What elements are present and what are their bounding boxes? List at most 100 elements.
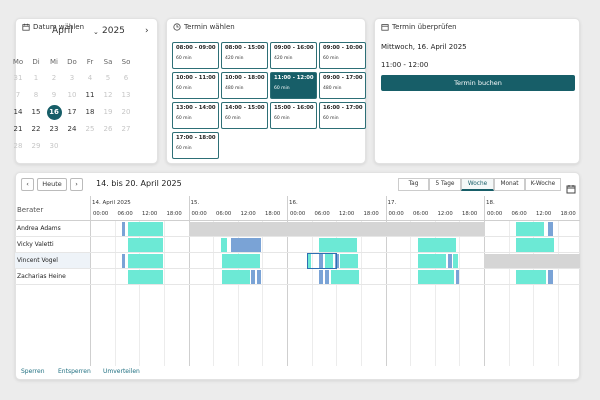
view-button[interactable]: K-Woche [525, 178, 561, 191]
hour-label: 00:00 [290, 211, 306, 217]
available-block[interactable] [417, 254, 446, 268]
calendar-day[interactable]: 9 [45, 91, 63, 99]
advisor-name: Vincent Vogel [17, 257, 58, 264]
today-button[interactable]: Heute [37, 178, 67, 191]
redistribute-action-link[interactable]: Umverteilen [103, 368, 140, 375]
calendar-day[interactable]: 13 [117, 91, 135, 99]
calendar-day[interactable]: 16 [45, 105, 63, 120]
time-slot[interactable]: 17:00 - 18:00 60 min [172, 132, 219, 159]
next-week-button[interactable]: › [70, 178, 83, 191]
calendar-day[interactable]: 12 [99, 91, 117, 99]
calendar-day[interactable]: 23 [45, 125, 63, 133]
hour-gridline [360, 221, 362, 366]
booked-block[interactable] [122, 222, 125, 236]
available-block[interactable] [340, 254, 358, 268]
calendar-day[interactable]: 15 [27, 108, 45, 116]
calendar-day[interactable]: 19 [99, 108, 117, 116]
calendar-day[interactable]: 31 [9, 74, 27, 82]
time-slot[interactable]: 16:00 - 17:00 60 min [319, 102, 366, 129]
calendar-day[interactable]: 30 [45, 142, 63, 150]
blocked-block[interactable] [188, 222, 485, 236]
calendar-day[interactable]: 4 [81, 74, 99, 82]
calendar-day[interactable]: 27 [117, 125, 135, 133]
booked-block[interactable] [548, 270, 553, 284]
calendar-day[interactable]: 3 [63, 74, 81, 82]
time-slot[interactable]: 08:00 - 15:00 420 min [221, 42, 268, 69]
available-block[interactable] [221, 254, 260, 268]
time-slot[interactable]: 10:00 - 11:00 60 min [172, 72, 219, 99]
available-block[interactable] [417, 238, 456, 252]
time-slot[interactable]: 11:00 - 12:00 60 min [270, 72, 317, 99]
calendar-day[interactable]: 26 [99, 125, 117, 133]
view-button[interactable]: 5 Tage [429, 178, 461, 191]
calendar-day[interactable]: 18 [81, 108, 99, 116]
calendar-day[interactable]: 20 [117, 108, 135, 116]
booked-block[interactable] [548, 222, 553, 236]
booked-block[interactable] [122, 254, 125, 268]
booked-block[interactable] [447, 254, 452, 268]
available-block[interactable] [221, 270, 250, 284]
available-block[interactable] [319, 238, 357, 252]
row-divider [15, 284, 580, 285]
available-block[interactable] [128, 222, 163, 236]
calendar-day[interactable]: 5 [99, 74, 117, 82]
unblock-action-link[interactable]: Entsperren [58, 368, 91, 375]
available-block[interactable] [516, 238, 554, 252]
view-button[interactable]: Woche [461, 178, 494, 191]
calendar-day[interactable]: 14 [9, 108, 27, 116]
selected-slot-outline[interactable] [307, 253, 337, 269]
calendar-day[interactable]: 7 [9, 91, 27, 99]
calendar-day[interactable]: 17 [63, 108, 81, 116]
selected-day[interactable]: 16 [46, 105, 62, 120]
time-slot[interactable]: 13:00 - 14:00 60 min [172, 102, 219, 129]
calendar-day[interactable]: 10 [63, 91, 81, 99]
calendar-day[interactable]: 6 [117, 74, 135, 82]
available-block[interactable] [417, 270, 454, 284]
next-month-button[interactable]: › [145, 26, 149, 36]
available-block[interactable] [516, 270, 546, 284]
time-slot[interactable]: 09:00 - 17:00 480 min [319, 72, 366, 99]
calendar-day[interactable]: 21 [9, 125, 27, 133]
available-block[interactable] [128, 254, 163, 268]
hour-label: 12:00 [536, 211, 552, 217]
available-block[interactable] [128, 238, 163, 252]
time-slot[interactable]: 10:00 - 18:00 480 min [221, 72, 268, 99]
calendar-day[interactable]: 25 [81, 125, 99, 133]
calendar-day[interactable]: 29 [27, 142, 45, 150]
booked-block[interactable] [325, 270, 329, 284]
booked-block[interactable] [455, 270, 459, 284]
calendar-day[interactable]: 24 [63, 125, 81, 133]
booked-block[interactable] [319, 270, 323, 284]
available-block[interactable] [331, 270, 359, 284]
calendar-day[interactable]: 11 [81, 91, 99, 99]
calendar-day[interactable]: 8 [27, 91, 45, 99]
available-block[interactable] [128, 270, 163, 284]
blocked-block[interactable] [484, 254, 580, 268]
booked-block[interactable] [256, 270, 261, 284]
booked-block[interactable] [250, 270, 255, 284]
slot-time: 11:00 - 12:00 [274, 75, 314, 81]
year-select[interactable]: 2025 [102, 26, 125, 36]
view-button[interactable]: Tag [398, 178, 429, 191]
calendar-view-icon[interactable] [566, 179, 576, 194]
calendar-day[interactable]: 1 [27, 74, 45, 82]
block-action-link[interactable]: Sperren [21, 368, 45, 375]
month-select[interactable]: April [52, 26, 73, 36]
time-slot[interactable]: 09:00 - 10:00 60 min [319, 42, 366, 69]
available-block[interactable] [452, 254, 458, 268]
available-block[interactable] [516, 222, 544, 236]
time-slot[interactable]: 14:00 - 15:00 60 min [221, 102, 268, 129]
view-button[interactable]: Monat [494, 178, 525, 191]
calendar-day[interactable]: 22 [27, 125, 45, 133]
time-slot[interactable]: 09:00 - 16:00 420 min [270, 42, 317, 69]
time-slot[interactable]: 15:00 - 16:00 60 min [270, 102, 317, 129]
month-dropdown-icon[interactable]: ⌄ [93, 28, 99, 36]
calendar-day[interactable]: 2 [45, 74, 63, 82]
slot-time: 08:00 - 15:00 [225, 45, 265, 51]
booked-block[interactable] [230, 238, 261, 252]
prev-week-button[interactable]: ‹ [21, 178, 34, 191]
available-block[interactable] [220, 238, 227, 252]
book-appointment-button[interactable]: Termin buchen [381, 75, 575, 91]
time-slot[interactable]: 08:00 - 09:00 60 min [172, 42, 219, 69]
calendar-day[interactable]: 28 [9, 142, 27, 150]
